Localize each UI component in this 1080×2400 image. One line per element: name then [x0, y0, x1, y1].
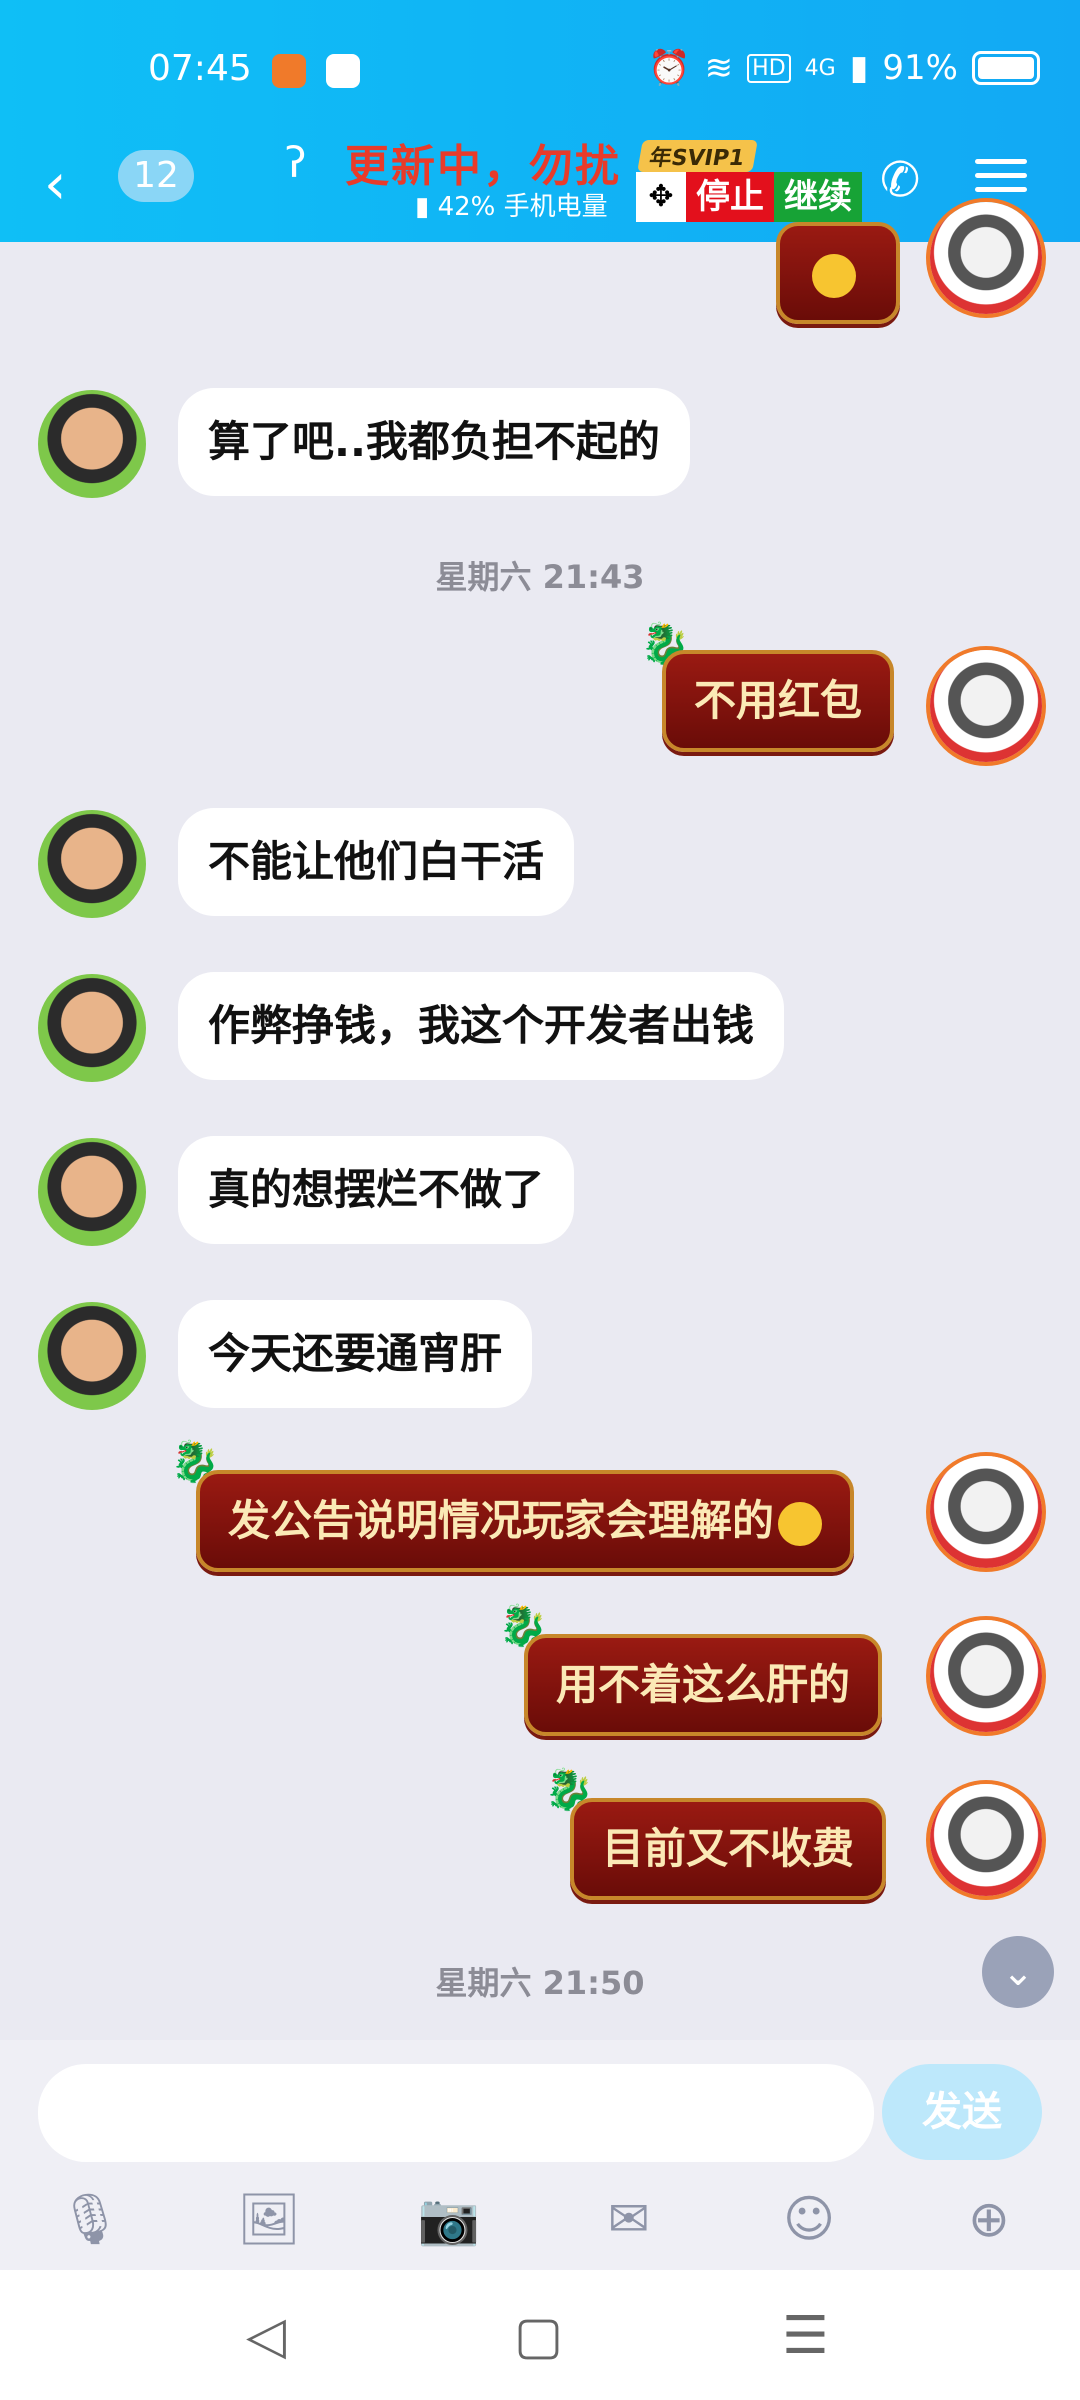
message-input[interactable] — [38, 2064, 874, 2162]
system-nav-bar: ◁ ▢ ☰ — [0, 2270, 1080, 2400]
message-bubble[interactable]: 今天还要通宵肝 — [178, 1300, 533, 1408]
message-bubble[interactable]: 用不着这么肝的 — [524, 1634, 883, 1736]
message-text: 发公告说明情况玩家会理解的 — [228, 1496, 775, 1545]
message-bubble[interactable]: 算了吧..我都负担不起的 — [178, 388, 690, 496]
svip-badge: 年SVIP1 — [637, 140, 758, 172]
plus-icon[interactable]: ⊕ — [954, 2190, 1024, 2252]
move-icon[interactable]: ✥ — [636, 172, 686, 222]
grin-emoji-icon — [812, 253, 856, 298]
timestamp: 星期六 21:43 — [435, 558, 645, 596]
uc-browser-icon — [272, 54, 306, 88]
earpiece-icon[interactable]: ʔ — [285, 138, 306, 187]
message-bubble-emoji[interactable] — [776, 222, 900, 324]
continue-button[interactable]: 继续 — [774, 172, 862, 222]
chevron-down-icon: ⌄ — [1002, 1950, 1034, 1994]
phone-battery-text: 42% 手机电量 — [437, 192, 608, 222]
avatar-contact[interactable] — [38, 1302, 146, 1410]
status-icons: ⏰ ≋ HD 4G ▮ 91% — [648, 48, 1040, 88]
signal-icon: ▮ — [849, 48, 869, 88]
input-bar: 发送 🎙 🖼 📷 ✉ ☺ ⊕ — [0, 2040, 1080, 2270]
message-list[interactable]: 算了吧..我都负担不起的 星期六 21:43 🐉 不用红包 不能让他们白干活 作… — [0, 202, 1080, 2042]
avatar-self[interactable] — [930, 1456, 1042, 1568]
avatar-contact[interactable] — [38, 810, 146, 918]
overlay-controls: ✥ 停止 继续 — [636, 172, 862, 222]
scroll-down-button[interactable]: ⌄ — [982, 1936, 1054, 2008]
red-packet-icon[interactable]: ✉ — [594, 2190, 664, 2252]
timestamp: 星期六 21:50 — [435, 1964, 645, 2002]
avatar-self[interactable] — [930, 202, 1042, 314]
unread-badge[interactable]: 12 — [118, 150, 194, 202]
alarm-icon: ⏰ — [648, 48, 691, 88]
battery-icon — [972, 51, 1040, 85]
nav-bar: ‹ 12 ʔ 更新中，勿扰 年SVIP1 ▮ 42% 手机电量 ✥ 停止 继续 … — [0, 130, 1080, 240]
toolbar: 🎙 🖼 📷 ✉ ☺ ⊕ — [0, 2180, 1080, 2260]
microphone-icon[interactable]: 🎙 — [55, 2190, 125, 2252]
stop-button[interactable]: 停止 — [686, 172, 774, 222]
phone-call-icon[interactable]: ✆ — [880, 152, 920, 208]
avatar-contact[interactable] — [38, 390, 146, 498]
message-bubble[interactable]: 真的想摆烂不做了 — [178, 1136, 575, 1244]
back-icon[interactable]: ‹ — [44, 152, 66, 217]
battery-percent: 91% — [882, 48, 958, 88]
network-label: 4G — [804, 55, 836, 81]
phone-battery-status: ▮ 42% 手机电量 — [415, 192, 608, 222]
message-bubble[interactable]: 目前又不收费 — [570, 1798, 887, 1900]
nav-home-icon[interactable]: ▢ — [514, 2306, 563, 2366]
message-bubble[interactable]: 不用红包 — [662, 650, 895, 752]
avatar-self[interactable] — [930, 650, 1042, 762]
status-bar: 07:45 ⏰ ≋ HD 4G ▮ 91% — [0, 40, 1080, 110]
nav-back-icon[interactable]: ◁ — [246, 2306, 286, 2366]
send-button[interactable]: 发送 — [882, 2064, 1042, 2160]
message-bubble[interactable]: 作弊挣钱，我这个开发者出钱 — [178, 972, 785, 1080]
emoji-icon[interactable]: ☺ — [774, 2190, 844, 2252]
status-time: 07:45 — [148, 48, 252, 89]
avatar-contact[interactable] — [38, 974, 146, 1082]
message-bubble[interactable]: 不能让他们白干活 — [178, 808, 575, 916]
image-icon[interactable]: 🖼 — [234, 2190, 304, 2252]
chat-header: 07:45 ⏰ ≋ HD 4G ▮ 91% ‹ 12 ʔ 更新中，勿扰 年SVI… — [0, 0, 1080, 242]
avatar-self[interactable] — [930, 1784, 1042, 1896]
nav-recents-icon[interactable]: ☰ — [782, 2306, 829, 2366]
camera-icon[interactable]: 📷 — [414, 2190, 484, 2252]
grin-emoji-icon — [778, 1501, 823, 1546]
chat-title: 更新中，勿扰 — [345, 141, 621, 192]
wifi-icon: ≋ — [704, 48, 734, 88]
avatar-contact[interactable] — [38, 1138, 146, 1246]
message-bubble[interactable]: 发公告说明情况玩家会理解的 — [196, 1470, 855, 1572]
menu-icon[interactable] — [975, 150, 1027, 201]
avatar-self[interactable] — [930, 1620, 1042, 1732]
hd-icon: HD — [747, 53, 791, 83]
app-notification-icon — [326, 54, 360, 88]
